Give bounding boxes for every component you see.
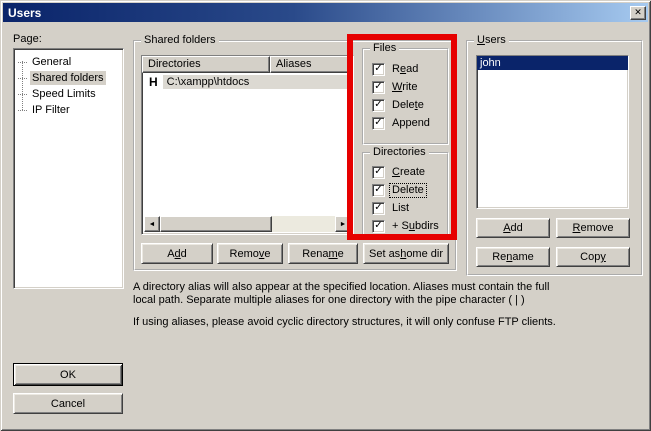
page-tree-inner: General Shared folders Speed Limits IP F… [16, 51, 121, 286]
scrollbar-thumb[interactable] [160, 216, 272, 232]
checkmark-icon: ✓ [374, 64, 382, 74]
checkbox-box[interactable]: ✓ [372, 220, 385, 233]
checkbox-write[interactable]: ✓ Write [372, 80, 419, 94]
directories-permissions-group: Directories ✓ Create ✓ Delete ✓ List ✓ +… [362, 152, 449, 236]
add-folder-button[interactable]: Add [141, 243, 213, 264]
copy-user-button[interactable]: Copy [556, 247, 630, 267]
cancel-button[interactable]: Cancel [13, 393, 123, 414]
set-home-dir-button[interactable]: Set as home dir [363, 243, 449, 264]
page-tree[interactable]: General Shared folders Speed Limits IP F… [13, 48, 124, 289]
checkmark-icon: ✓ [374, 221, 382, 231]
checkbox-list[interactable]: ✓ List [372, 201, 411, 215]
checkbox-box[interactable]: ✓ [372, 117, 385, 130]
close-icon[interactable]: ✕ [630, 6, 646, 20]
window-title: Users [3, 6, 630, 20]
rename-user-button[interactable]: Rename [476, 247, 550, 267]
checkbox-delete-dirs[interactable]: ✓ Delete [372, 183, 426, 197]
shared-folders-group: Shared folders Directories Aliases H C:\… [133, 40, 457, 271]
checkbox-box[interactable]: ✓ [372, 99, 385, 112]
checkbox-box[interactable]: ✓ [372, 166, 385, 179]
shared-folders-group-label: Shared folders [141, 34, 219, 46]
files-permissions-group: Files ✓ Read ✓ Write ✓ Delete ✓ Append [362, 48, 449, 145]
checkbox-create[interactable]: ✓ Create [372, 165, 427, 179]
checkbox-append[interactable]: ✓ Append [372, 116, 432, 130]
remove-user-button[interactable]: Remove [556, 218, 630, 238]
sidebar-item-general[interactable]: General [16, 54, 121, 70]
ok-button[interactable]: OK [13, 363, 123, 386]
checkmark-icon: ✓ [374, 118, 382, 128]
rename-folder-button[interactable]: Rename [288, 243, 358, 264]
directory-path: C:\xampp\htdocs [163, 75, 351, 89]
alias-note: A directory alias will also appear at th… [133, 281, 573, 307]
checkmark-icon: ✓ [374, 167, 382, 177]
directory-row[interactable]: H C:\xampp\htdocs [142, 74, 353, 90]
tree-connector-line [22, 61, 23, 110]
users-dialog: Users ✕ Page: General Shared folders Spe… [0, 0, 651, 431]
users-group-label: Users [474, 34, 509, 46]
column-header-aliases[interactable]: Aliases [270, 56, 353, 73]
checkmark-icon: ✓ [374, 203, 382, 213]
scroll-right-icon[interactable]: ► [335, 216, 351, 232]
checkmark-icon: ✓ [374, 82, 382, 92]
checkbox-box[interactable]: ✓ [372, 184, 385, 197]
cyclic-note: If using aliases, please avoid cyclic di… [133, 316, 633, 329]
users-list[interactable]: john [476, 55, 629, 209]
column-header-directories[interactable]: Directories [142, 56, 270, 73]
checkmark-icon: ✓ [374, 100, 382, 110]
sidebar-item-ip-filter[interactable]: IP Filter [16, 102, 121, 118]
checkmark-icon: ✓ [374, 185, 382, 195]
home-dir-flag: H [149, 75, 158, 89]
directories-group-label: Directories [370, 146, 429, 158]
scrollbar-track[interactable] [160, 216, 335, 232]
checkbox-delete-files[interactable]: ✓ Delete [372, 98, 426, 112]
page-label: Page: [13, 33, 42, 45]
scroll-left-icon[interactable]: ◄ [144, 216, 160, 232]
user-row-john[interactable]: john [477, 56, 628, 70]
directories-list-header: Directories Aliases [142, 56, 353, 73]
sidebar-item-speed-limits[interactable]: Speed Limits [16, 86, 121, 102]
directories-list[interactable]: Directories Aliases H C:\xampp\htdocs ◄ … [141, 55, 354, 235]
checkbox-subdirs[interactable]: ✓ + Subdirs [372, 219, 441, 233]
add-user-button[interactable]: Add [476, 218, 550, 238]
checkbox-box[interactable]: ✓ [372, 81, 385, 94]
horizontal-scrollbar[interactable]: ◄ ► [144, 216, 351, 232]
files-group-label: Files [370, 42, 399, 54]
checkbox-read[interactable]: ✓ Read [372, 62, 420, 76]
titlebar: Users ✕ [3, 3, 648, 22]
users-group: Users john Add Remove Rename Copy [466, 40, 643, 276]
sidebar-item-shared-folders[interactable]: Shared folders [16, 70, 121, 86]
checkbox-box[interactable]: ✓ [372, 63, 385, 76]
remove-folder-button[interactable]: Remove [217, 243, 283, 264]
checkbox-box[interactable]: ✓ [372, 202, 385, 215]
